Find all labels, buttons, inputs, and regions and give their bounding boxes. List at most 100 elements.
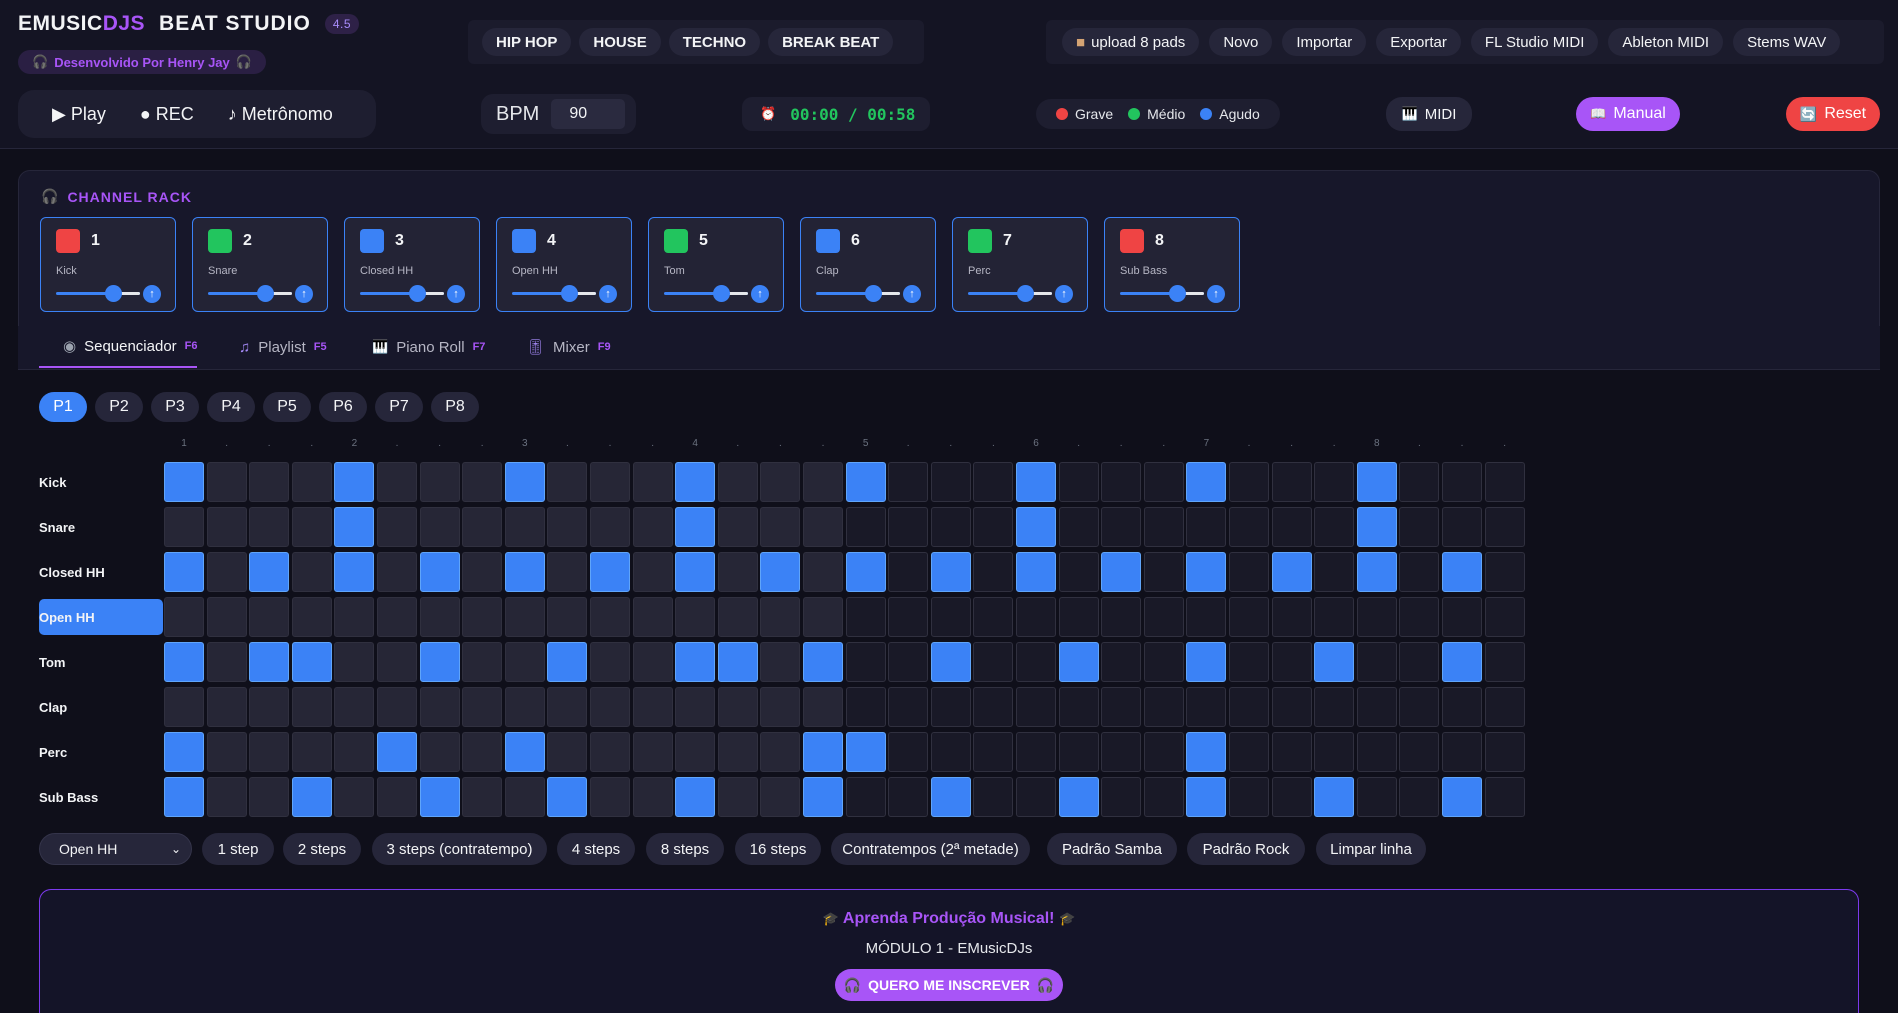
step-cell[interactable] xyxy=(590,732,630,772)
step-cell[interactable] xyxy=(334,732,375,772)
step-cell[interactable] xyxy=(1356,597,1397,637)
volume-slider-knob[interactable] xyxy=(1017,285,1034,302)
step-cell[interactable] xyxy=(1016,552,1056,592)
step-cell[interactable] xyxy=(1442,732,1482,772)
step-cell[interactable] xyxy=(845,642,886,682)
step-cell[interactable] xyxy=(164,777,204,817)
step-cell[interactable] xyxy=(632,507,673,547)
step-cell[interactable] xyxy=(419,687,460,727)
upload-arrow-icon[interactable]: ↑ xyxy=(903,285,921,303)
step-cell[interactable] xyxy=(249,462,290,502)
step-cell[interactable] xyxy=(760,597,801,637)
rock-pattern-button[interactable]: Padrão Rock xyxy=(1187,833,1305,865)
step-cell[interactable] xyxy=(590,597,630,637)
step-cell[interactable] xyxy=(1271,777,1312,817)
step-cell[interactable] xyxy=(334,597,375,637)
step-cell[interactable] xyxy=(462,552,503,592)
step-cell[interactable] xyxy=(888,687,929,727)
step-cell[interactable] xyxy=(1143,507,1184,547)
step-cell[interactable] xyxy=(1229,732,1269,772)
fill-1-step-button[interactable]: 1 step xyxy=(202,833,274,865)
step-cell[interactable] xyxy=(930,687,971,727)
channel-7[interactable]: 7 Perc ↑ xyxy=(952,217,1088,312)
channel-1[interactable]: 1 Kick ↑ xyxy=(40,217,176,312)
step-cell[interactable] xyxy=(1484,777,1525,817)
step-cell[interactable] xyxy=(930,552,971,592)
step-cell[interactable] xyxy=(1016,597,1056,637)
row-select-dropdown[interactable]: Open HH ⌄ xyxy=(39,833,192,865)
step-cell[interactable] xyxy=(845,552,886,592)
step-cell[interactable] xyxy=(717,552,758,592)
step-cell[interactable] xyxy=(675,552,716,592)
volume-slider-knob[interactable] xyxy=(713,285,730,302)
step-cell[interactable] xyxy=(547,777,588,817)
track-row-label[interactable]: Perc xyxy=(39,734,163,770)
step-cell[interactable] xyxy=(462,777,503,817)
step-cell[interactable] xyxy=(760,462,801,502)
step-cell[interactable] xyxy=(930,777,971,817)
track-row-label[interactable]: Kick xyxy=(39,464,163,500)
step-cell[interactable] xyxy=(1484,687,1525,727)
step-cell[interactable] xyxy=(1442,507,1482,547)
genre-button-house[interactable]: HOUSE xyxy=(579,28,661,56)
step-cell[interactable] xyxy=(973,597,1014,637)
step-cell[interactable] xyxy=(1143,597,1184,637)
step-cell[interactable] xyxy=(206,552,247,592)
tab-sequenciador[interactable]: ◉ Sequenciador F6 xyxy=(39,326,198,368)
step-cell[interactable] xyxy=(1484,732,1525,772)
step-cell[interactable] xyxy=(547,597,588,637)
tab-mixer[interactable]: 🎚 Mixer F9 xyxy=(526,326,611,368)
step-cell[interactable] xyxy=(419,732,460,772)
step-cell[interactable] xyxy=(930,642,971,682)
step-cell[interactable] xyxy=(1186,687,1227,727)
track-row-label[interactable]: Clap xyxy=(39,689,163,725)
step-cell[interactable] xyxy=(1314,462,1355,502)
step-cell[interactable] xyxy=(504,507,545,547)
step-cell[interactable] xyxy=(803,552,843,592)
volume-slider-knob[interactable] xyxy=(409,285,426,302)
step-cell[interactable] xyxy=(632,687,673,727)
step-cell[interactable] xyxy=(377,552,417,592)
step-cell[interactable] xyxy=(164,552,204,592)
step-cell[interactable] xyxy=(377,462,417,502)
step-cell[interactable] xyxy=(1016,687,1056,727)
step-cell[interactable] xyxy=(1143,687,1184,727)
step-cell[interactable] xyxy=(760,732,801,772)
volume-slider-knob[interactable] xyxy=(105,285,122,302)
step-cell[interactable] xyxy=(164,597,204,637)
step-cell[interactable] xyxy=(547,462,588,502)
step-cell[interactable] xyxy=(1186,462,1227,502)
step-cell[interactable] xyxy=(1058,552,1099,592)
step-cell[interactable] xyxy=(1442,462,1482,502)
step-cell[interactable] xyxy=(675,777,716,817)
step-cell[interactable] xyxy=(717,597,758,637)
step-cell[interactable] xyxy=(1399,462,1440,502)
tab-playlist[interactable]: ♫ Playlist F5 xyxy=(239,326,327,368)
step-cell[interactable] xyxy=(1101,597,1142,637)
volume-slider-knob[interactable] xyxy=(865,285,882,302)
step-cell[interactable] xyxy=(1229,462,1269,502)
step-cell[interactable] xyxy=(1058,462,1099,502)
step-cell[interactable] xyxy=(973,552,1014,592)
step-cell[interactable] xyxy=(206,507,247,547)
channel-4[interactable]: 4 Open HH ↑ xyxy=(496,217,632,312)
step-cell[interactable] xyxy=(1143,462,1184,502)
step-cell[interactable] xyxy=(1484,552,1525,592)
step-cell[interactable] xyxy=(888,462,929,502)
step-cell[interactable] xyxy=(206,597,247,637)
step-cell[interactable] xyxy=(334,507,375,547)
step-cell[interactable] xyxy=(888,597,929,637)
step-cell[interactable] xyxy=(760,507,801,547)
step-cell[interactable] xyxy=(206,462,247,502)
step-cell[interactable] xyxy=(632,597,673,637)
step-cell[interactable] xyxy=(632,732,673,772)
step-cell[interactable] xyxy=(845,732,886,772)
step-cell[interactable] xyxy=(547,642,588,682)
step-cell[interactable] xyxy=(1271,462,1312,502)
step-cell[interactable] xyxy=(377,732,417,772)
step-cell[interactable] xyxy=(675,687,716,727)
step-cell[interactable] xyxy=(291,462,332,502)
step-cell[interactable] xyxy=(462,732,503,772)
bpm-input[interactable] xyxy=(551,99,626,129)
step-cell[interactable] xyxy=(547,732,588,772)
